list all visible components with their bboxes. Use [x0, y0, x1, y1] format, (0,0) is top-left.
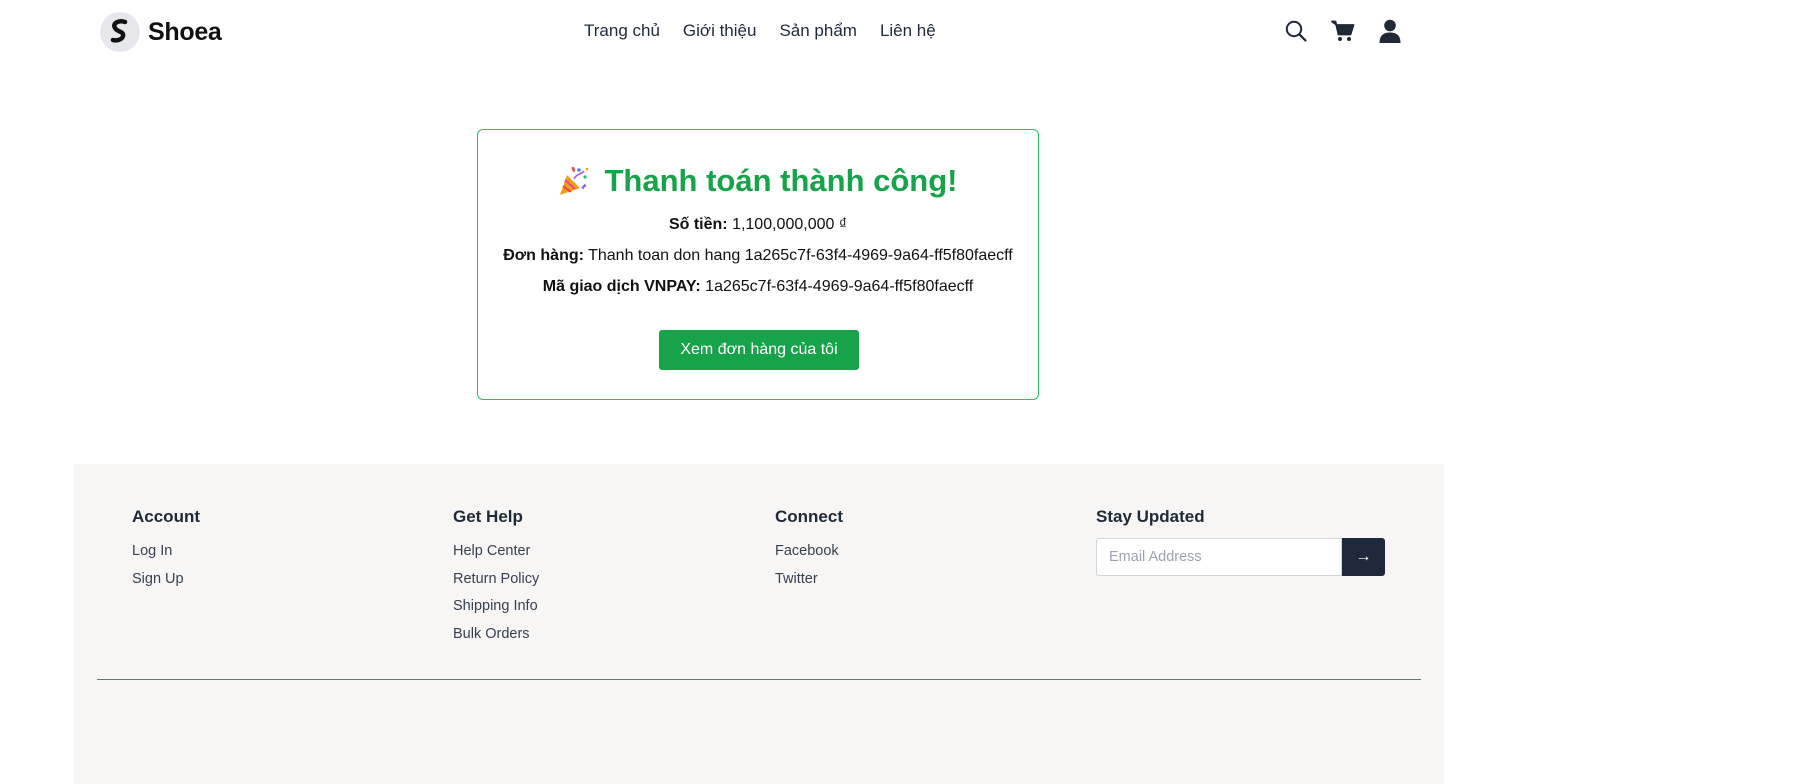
nav-about[interactable]: Giới thiệu — [683, 21, 757, 41]
footer-newsletter-title: Stay Updated — [1096, 507, 1205, 526]
subscribe-button[interactable]: → — [1342, 538, 1385, 576]
view-orders-button[interactable]: Xem đơn hàng của tôi — [659, 330, 859, 370]
search-icon[interactable] — [1284, 19, 1308, 43]
success-heading: Thanh toán thành công! — [478, 162, 1038, 200]
footer-connect-title: Connect — [775, 507, 843, 526]
footer-newsletter-column: Stay Updated — [1096, 507, 1205, 542]
footer-link-help-center[interactable]: Help Center — [453, 542, 539, 561]
footer-link-return-policy[interactable]: Return Policy — [453, 570, 539, 589]
footer-account-column: Account Log In Sign Up — [132, 507, 200, 597]
order-value: Thanh toan don hang 1a265c7f-63f4-4969-9… — [588, 247, 1013, 264]
footer-link-signup[interactable]: Sign Up — [132, 570, 200, 589]
transaction-row: Mã giao dịch VNPAY: 1a265c7f-63f4-4969-9… — [478, 277, 1038, 297]
nav-home[interactable]: Trang chủ — [584, 21, 660, 41]
transaction-label: Mã giao dịch VNPAY: — [542, 278, 701, 295]
footer-help-column: Get Help Help Center Return Policy Shipp… — [453, 507, 539, 652]
footer-link-facebook[interactable]: Facebook — [775, 542, 843, 561]
newsletter-form: → — [1096, 538, 1385, 576]
brand-name: Shoea — [148, 17, 222, 46]
site-footer: Account Log In Sign Up Get Help Help Cen… — [74, 464, 1444, 784]
payment-success-card: Thanh toán thành công! Số tiền: 1,100,00… — [477, 129, 1039, 400]
cart-icon[interactable] — [1331, 19, 1355, 43]
logo-icon — [100, 12, 140, 52]
footer-divider — [97, 679, 1421, 680]
success-title: Thanh toán thành công! — [604, 163, 958, 198]
email-field[interactable] — [1096, 538, 1342, 576]
footer-link-twitter[interactable]: Twitter — [775, 570, 843, 589]
footer-link-shipping-info[interactable]: Shipping Info — [453, 597, 539, 616]
footer-account-title: Account — [132, 507, 200, 526]
footer-link-bulk-orders[interactable]: Bulk Orders — [453, 625, 539, 644]
amount-row: Số tiền: 1,100,000,000 ₫ — [478, 215, 1038, 235]
footer-link-login[interactable]: Log In — [132, 542, 200, 561]
transaction-value: 1a265c7f-63f4-4969-9a64-ff5f80faecff — [705, 278, 974, 295]
header-actions — [1284, 19, 1425, 43]
order-row: Đơn hàng: Thanh toan don hang 1a265c7f-6… — [478, 246, 1038, 266]
order-label: Đơn hàng: — [503, 247, 584, 264]
user-icon[interactable] — [1378, 19, 1402, 43]
nav-contact[interactable]: Liên hệ — [880, 21, 936, 41]
amount-label: Số tiền: — [668, 216, 728, 233]
main-nav: Trang chủ Giới thiệu Sản phẩm Liên hệ — [584, 21, 959, 41]
footer-connect-column: Connect Facebook Twitter — [775, 507, 843, 597]
amount-value: 1,100,000,000 ₫ — [732, 216, 848, 233]
nav-products[interactable]: Sản phẩm — [779, 21, 857, 41]
footer-help-title: Get Help — [453, 507, 523, 526]
brand-logo[interactable]: Shoea — [100, 12, 222, 52]
party-popper-icon — [560, 166, 589, 195]
